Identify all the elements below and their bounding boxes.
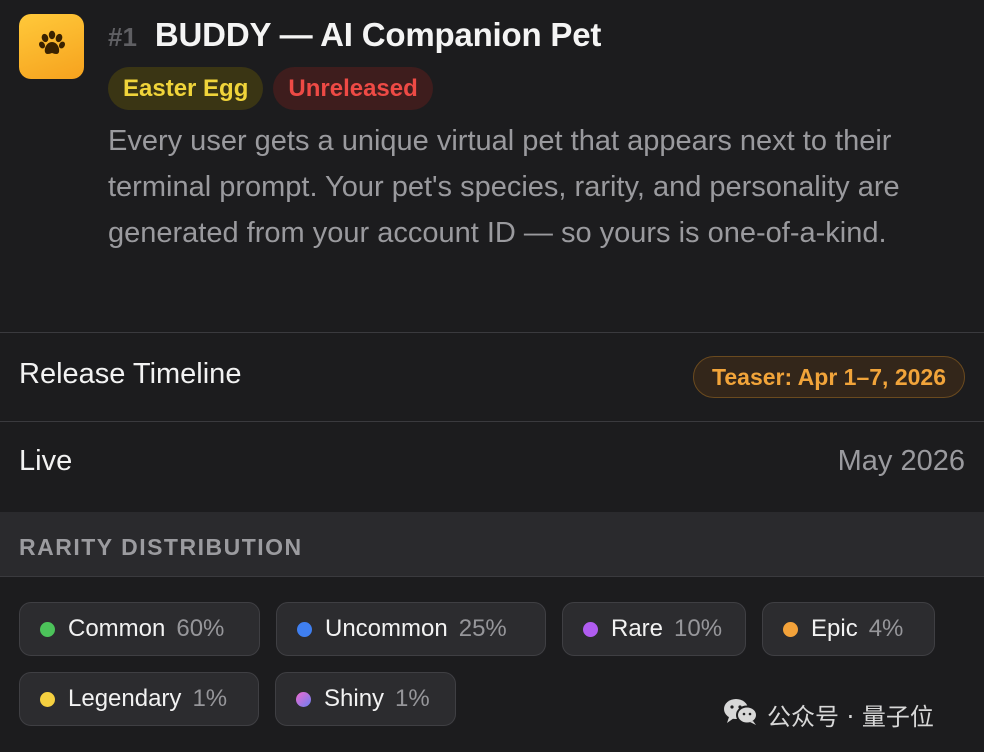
rarity-name: Rare: [611, 615, 664, 642]
rarity-percent: 1%: [192, 685, 228, 712]
divider: [0, 576, 984, 577]
feature-card: #1 BUDDY — AI Companion Pet Easter Egg U…: [0, 0, 984, 332]
rarity-name: Uncommon: [325, 615, 448, 642]
watermark-text: 公众号 · 量子位: [767, 702, 934, 731]
rarity-name: Legendary: [68, 685, 182, 712]
divider: [0, 332, 984, 333]
feature-description: Every user gets a unique virtual pet tha…: [108, 125, 900, 249]
rarity-percent: 60%: [176, 615, 225, 642]
rarity-percent: 10%: [674, 615, 723, 642]
release-timeline-label: Release Timeline: [19, 358, 242, 390]
common-dot-icon: [40, 621, 55, 637]
paw-icon: [37, 29, 67, 64]
rarity-chip-legendary: Legendary 1%: [19, 672, 259, 726]
legendary-dot-icon: [40, 691, 55, 707]
feature-rank: #1: [108, 22, 137, 52]
rarity-chip-uncommon: Uncommon 25%: [276, 602, 546, 656]
rarity-name: Common: [68, 615, 166, 642]
live-label: Live: [19, 445, 73, 477]
feature-title: BUDDY — AI Companion Pet: [154, 16, 602, 53]
rarity-chip-common: Common 60%: [19, 602, 260, 656]
rarity-section-title: RARITY DISTRIBUTION: [19, 534, 303, 560]
rarity-chip-rare: Rare 10%: [562, 602, 746, 656]
wechat-icon: [723, 697, 759, 732]
rarity-percent: 25%: [458, 615, 507, 642]
rarity-percent: 1%: [395, 685, 430, 712]
rarity-section-header: RARITY DISTRIBUTION: [0, 512, 984, 576]
divider: [0, 421, 984, 422]
rare-dot-icon: [583, 621, 598, 637]
feature-icon: [19, 14, 84, 79]
epic-dot-icon: [783, 621, 798, 637]
watermark: 公众号 · 量子位: [723, 697, 934, 732]
rarity-chip-shiny: Shiny 1%: [275, 672, 456, 726]
uncommon-dot-icon: [297, 621, 312, 637]
teaser-date-badge: Teaser: Apr 1–7, 2026: [693, 356, 965, 398]
live-date: May 2026: [837, 445, 965, 477]
rarity-chip-epic: Epic 4%: [762, 602, 935, 656]
unreleased-badge: Unreleased: [273, 67, 433, 110]
easter-egg-badge: Easter Egg: [108, 67, 264, 110]
rarity-name: Shiny: [324, 685, 385, 712]
rarity-name: Epic: [811, 615, 858, 642]
rarity-percent: 4%: [868, 615, 904, 642]
shiny-dot-icon: [296, 691, 311, 707]
